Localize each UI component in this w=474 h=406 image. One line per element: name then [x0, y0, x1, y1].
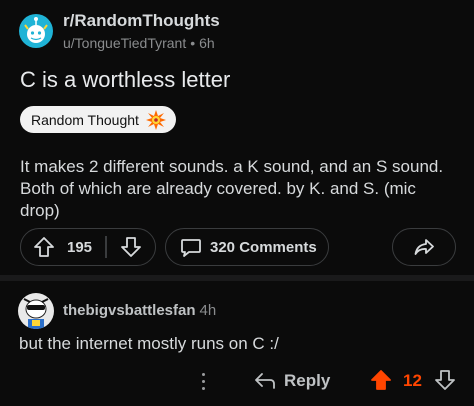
upvote-button[interactable] — [21, 236, 67, 258]
downvote-arrow-icon — [120, 237, 141, 257]
comment-text: but the internet mostly runs on C :/ — [19, 334, 279, 353]
comment-author[interactable]: thebigvsbattlesfan — [63, 302, 196, 319]
upvote-filled-icon — [371, 370, 391, 390]
reply-button[interactable]: Reply — [254, 368, 330, 394]
comment-author-avatar[interactable] — [18, 293, 54, 329]
comment-bubble-icon — [181, 239, 201, 257]
upvote-arrow-icon — [34, 237, 54, 257]
subreddit-avatar[interactable] — [19, 14, 53, 48]
comment-actions: Reply 12 — [0, 364, 474, 398]
share-arrow-icon — [414, 239, 434, 255]
post-age: 6h — [199, 35, 215, 51]
comments-label: 320 Comments — [210, 238, 317, 256]
post-flair[interactable]: Random Thought — [20, 106, 176, 133]
post-title: C is a worthless letter — [20, 67, 231, 92]
downvote-arrow-icon — [435, 370, 455, 390]
comment-score: 12 — [403, 371, 422, 390]
post-author[interactable]: u/TongueTiedTyrant — [63, 35, 186, 51]
comment: thebigvsbattlesfan 4h but the internet mo… — [0, 281, 474, 406]
post-body: It makes 2 different sounds. a K sound, … — [20, 157, 444, 220]
post: r/RandomThoughts u/TongueTiedTyrant • 6h C… — [0, 0, 474, 275]
downvote-button[interactable] — [107, 236, 156, 258]
share-button[interactable] — [392, 228, 456, 266]
burst-emoji-icon — [145, 109, 166, 130]
comments-button[interactable]: 320 Comments — [165, 228, 329, 266]
subreddit-name[interactable]: r/RandomThoughts — [63, 11, 220, 31]
comment-author-line: thebigvsbattlesfan 4h — [63, 302, 216, 319]
comment-upvote-button[interactable] — [370, 369, 392, 396]
post-meta: u/TongueTiedTyrant • 6h — [63, 35, 215, 51]
comment-downvote-button[interactable] — [434, 369, 456, 396]
reply-arrow-icon — [255, 373, 275, 389]
reply-label: Reply — [284, 371, 331, 390]
flair-label: Random Thought — [31, 111, 139, 128]
comment-age: 4h — [199, 302, 217, 319]
more-options-icon[interactable] — [196, 368, 210, 394]
vote-control: 195 — [20, 228, 156, 266]
meta-separator: • — [190, 35, 196, 51]
post-score: 195 — [67, 238, 93, 256]
